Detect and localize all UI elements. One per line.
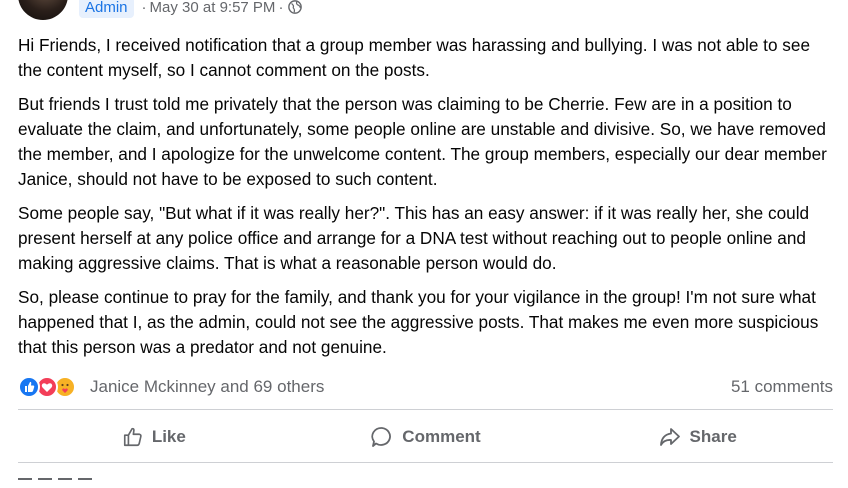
post-paragraph: Hi Friends, I received notification that…: [18, 35, 811, 80]
post-paragraph: But friends I trust told me privately th…: [18, 94, 827, 189]
like-button[interactable]: Like: [18, 412, 290, 462]
share-button[interactable]: Share: [561, 412, 833, 462]
comments-count[interactable]: 51 comments: [731, 377, 833, 397]
post-body: Hi Friends, I received notification that…: [18, 33, 838, 369]
share-label: Share: [689, 427, 737, 446]
comment-label: Comment: [402, 427, 481, 446]
meta-separator: ·: [278, 0, 284, 16]
share-icon: [659, 428, 680, 446]
next-section-fragment: [18, 470, 118, 480]
admin-badge: Admin: [79, 0, 134, 18]
reactions-bar: Janice Mckinney and 69 others 51 comment…: [18, 374, 833, 400]
reaction-icons[interactable]: [18, 375, 86, 399]
like-icon: [18, 376, 40, 398]
divider: [18, 462, 833, 463]
meta-separator: ·: [141, 0, 147, 16]
post-paragraph: So, please continue to pray for the fami…: [18, 287, 819, 357]
like-label: Like: [151, 427, 186, 446]
post-timestamp[interactable]: May 30 at 9:57 PM: [150, 0, 276, 16]
globe-icon[interactable]: [288, 0, 303, 14]
post-actions: Like Comment Share: [18, 412, 833, 462]
divider: [18, 409, 833, 410]
thumbs-up-icon: [123, 427, 142, 447]
comment-button[interactable]: Comment: [290, 412, 562, 462]
reactions-summary[interactable]: Janice Mckinney and 69 others: [90, 377, 324, 397]
author-avatar[interactable]: [18, 0, 68, 20]
post-paragraph: Some people say, "But what if it was rea…: [18, 203, 810, 273]
post-meta: Admin · May 30 at 9:57 PM ·: [79, 0, 303, 18]
comment-icon: [371, 427, 392, 447]
